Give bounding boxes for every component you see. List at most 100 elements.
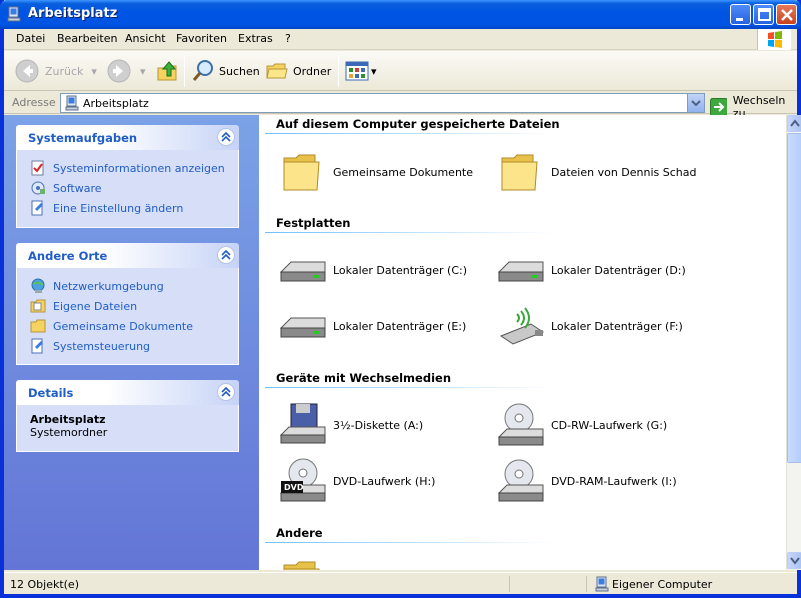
- views-icon: [345, 61, 369, 81]
- link-control-panel[interactable]: Systemsteuerung: [17, 336, 238, 356]
- collapse-button[interactable]: [217, 383, 235, 401]
- task-pane: Systemaufgaben Systeminformationen anzei…: [4, 115, 259, 570]
- content-pane: Auf diesem Computer gespeicherte Dateien…: [259, 115, 786, 570]
- group-title: Festplatten: [276, 216, 351, 230]
- search-label: Suchen: [219, 64, 260, 78]
- item-dvd-h[interactable]: DVD DVD-Laufwerk (H:): [279, 457, 489, 505]
- back-label: Zurück: [45, 64, 84, 78]
- software-icon: [31, 181, 45, 195]
- status-separator: [586, 576, 587, 592]
- scroll-down-button[interactable]: [787, 552, 801, 569]
- item-dvdram-i[interactable]: DVD-RAM-Laufwerk (I:): [497, 457, 707, 505]
- minimize-icon: [736, 18, 743, 21]
- link-change-setting[interactable]: Eine Einstellung ändern: [17, 198, 238, 218]
- link-shared-documents[interactable]: Gemeinsame Dokumente: [17, 316, 238, 336]
- system-info-icon: [31, 160, 44, 176]
- control-panel-icon: [31, 338, 43, 354]
- address-label: Adresse: [12, 96, 56, 109]
- address-dropdown-button[interactable]: [687, 94, 704, 112]
- link-system-info[interactable]: Systeminformationen anzeigen: [17, 158, 238, 178]
- computer-icon: [65, 95, 79, 111]
- toolbar-separator: [338, 55, 339, 87]
- search-button[interactable]: Suchen: [191, 58, 260, 84]
- computer-icon: [7, 6, 21, 22]
- scroll-up-button[interactable]: [787, 115, 801, 132]
- forward-dropdown-icon[interactable]: ▾: [140, 65, 146, 78]
- folder-icon: [30, 319, 46, 333]
- item-drive-f[interactable]: Lokaler Datenträger (F:): [497, 302, 707, 350]
- hard-drive-icon: [497, 261, 544, 282]
- close-icon: [781, 9, 793, 21]
- link-my-documents[interactable]: Eigene Dateien: [17, 296, 238, 316]
- chevron-up-icon: [221, 131, 231, 142]
- hard-drive-icon: [279, 261, 326, 282]
- panel-header[interactable]: Details: [16, 380, 239, 405]
- scroll-thumb[interactable]: [787, 133, 801, 463]
- usb-drive-icon: [499, 307, 545, 345]
- status-bar: 12 Objekt(e) Eigener Computer: [4, 572, 797, 594]
- chevron-up-icon: [221, 249, 231, 260]
- forward-button[interactable]: ▾: [106, 58, 146, 84]
- panel-title: Systemaufgaben: [28, 131, 138, 145]
- item-floppy-a[interactable]: 3½-Diskette (A:): [279, 401, 489, 449]
- chevron-up-icon: [221, 386, 231, 397]
- item-user-files[interactable]: Dateien von Dennis Schad: [497, 148, 707, 196]
- folder-icon: [283, 154, 320, 191]
- link-network[interactable]: Netzwerkumgebung: [17, 276, 238, 296]
- folder-icon: [283, 561, 320, 570]
- search-icon: [192, 60, 213, 81]
- back-button[interactable]: Zurück ▾: [14, 58, 97, 84]
- back-arrow-icon: [15, 59, 39, 83]
- chevron-down-icon: [691, 100, 701, 107]
- menu-extras[interactable]: Extras: [238, 32, 273, 45]
- group-divider: [265, 387, 555, 388]
- menu-bearbeiten[interactable]: Bearbeiten: [57, 32, 117, 45]
- group-divider: [265, 133, 555, 134]
- panel-header[interactable]: Systemaufgaben: [16, 125, 239, 150]
- address-input[interactable]: Arbeitsplatz: [60, 93, 705, 113]
- vertical-scrollbar[interactable]: [786, 115, 801, 570]
- details-type: Systemordner: [30, 426, 108, 439]
- dvd-drive-icon: DVD: [279, 458, 326, 502]
- item-other-folder[interactable]: [279, 555, 489, 570]
- link-software[interactable]: Software: [17, 178, 238, 198]
- title-bar[interactable]: Arbeitsplatz: [0, 0, 801, 29]
- panel-title: Andere Orte: [28, 249, 108, 263]
- item-drive-c[interactable]: Lokaler Datenträger (C:): [279, 246, 489, 294]
- item-drive-d[interactable]: Lokaler Datenträger (D:): [497, 246, 707, 294]
- menu-ansicht[interactable]: Ansicht: [125, 32, 166, 45]
- views-dropdown-icon[interactable]: ▾: [371, 65, 377, 78]
- collapse-button[interactable]: [217, 128, 235, 146]
- address-value: Arbeitsplatz: [83, 97, 149, 110]
- item-cdrw-g[interactable]: CD-RW-Laufwerk (G:): [497, 401, 707, 449]
- folders-icon: [266, 63, 288, 79]
- system-tasks-panel: Systemaufgaben Systeminformationen anzei…: [16, 125, 239, 228]
- back-dropdown-icon[interactable]: ▾: [91, 65, 97, 78]
- chevron-down-icon: [790, 557, 800, 565]
- menu-favoriten[interactable]: Favoriten: [176, 32, 227, 45]
- details-name: Arbeitsplatz: [30, 413, 106, 426]
- object-count: 12 Objekt(e): [10, 578, 79, 591]
- menu-datei[interactable]: Datei: [16, 32, 45, 45]
- network-icon: [31, 278, 45, 293]
- other-places-panel: Andere Orte Netzwerkumgebung Eigene Date…: [16, 243, 239, 365]
- item-drive-e[interactable]: Lokaler Datenträger (E:): [279, 302, 489, 350]
- toolbar-separator: [184, 55, 185, 87]
- minimize-button[interactable]: [730, 4, 751, 25]
- close-button[interactable]: [776, 4, 797, 25]
- explorer-window: Arbeitsplatz Datei Bearbeiten Ansicht Fa…: [0, 0, 801, 598]
- cd-drive-icon: [497, 403, 544, 446]
- collapse-button[interactable]: [217, 246, 235, 264]
- group-title: Geräte mit Wechselmedien: [276, 371, 452, 385]
- computer-icon: [595, 576, 609, 592]
- menu-bar: Datei Bearbeiten Ansicht Favoriten Extra…: [4, 29, 797, 50]
- up-folder-button[interactable]: [156, 58, 180, 84]
- folders-button[interactable]: Ordner: [265, 58, 331, 84]
- settings-icon: [31, 200, 43, 216]
- maximize-button[interactable]: [753, 4, 774, 25]
- panel-header[interactable]: Andere Orte: [16, 243, 239, 268]
- item-shared-documents[interactable]: Gemeinsame Dokumente: [279, 148, 489, 196]
- group-title: Auf diesem Computer gespeicherte Dateien: [276, 117, 560, 131]
- views-button[interactable]: ▾: [345, 58, 377, 84]
- menu-help[interactable]: ?: [285, 32, 291, 45]
